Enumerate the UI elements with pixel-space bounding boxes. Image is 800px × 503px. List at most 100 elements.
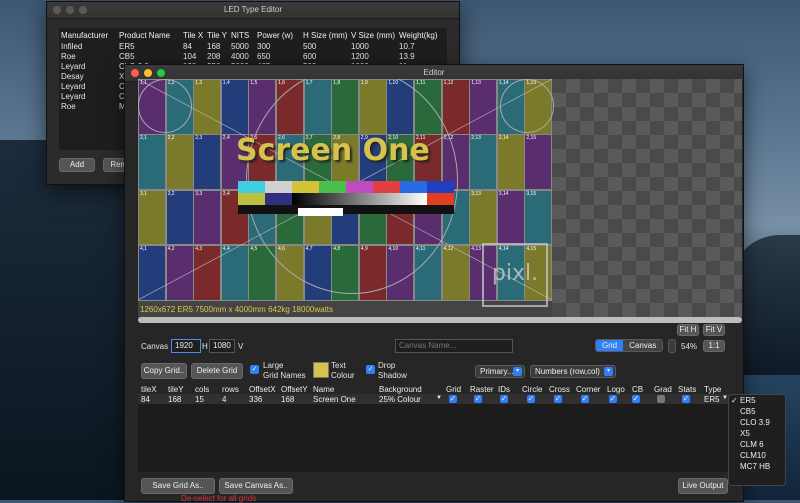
primary-select-value: Primary... <box>480 367 514 376</box>
grid-table-header: tileX tileY cols rows OffsetX OffsetY Name Back… <box>138 384 742 394</box>
text-colour-swatch[interactable] <box>313 362 329 378</box>
grid-checkbox[interactable]: ✓ <box>449 395 457 403</box>
table-cell: Desay <box>61 72 84 81</box>
v-label: V <box>238 342 244 351</box>
raster-checkbox[interactable]: ✓ <box>474 395 482 403</box>
cell-type[interactable]: ER5 <box>704 395 720 404</box>
canvas-name-input[interactable]: Canvas Name... <box>395 339 513 353</box>
table-cell: 500 <box>303 42 317 51</box>
column-header[interactable]: IDs <box>498 385 510 394</box>
column-header[interactable]: Type <box>704 385 721 394</box>
column-header[interactable]: Corner <box>576 385 600 394</box>
table-cell: Roe <box>61 102 76 111</box>
menu-item-label: CB5 <box>740 407 756 416</box>
column-header[interactable]: Circle <box>522 385 542 394</box>
menu-item[interactable]: CB5 <box>729 406 785 417</box>
table-cell: 300 <box>257 42 271 51</box>
h-label: H <box>202 342 208 351</box>
menu-item-label: CLM 6 <box>740 440 764 449</box>
column-header[interactable]: OffsetY <box>281 385 308 394</box>
save-grid-button[interactable]: Save Grid As.. <box>141 478 215 494</box>
corner-checkbox[interactable]: ✓ <box>581 395 589 403</box>
grid-names-label: Grid Names <box>263 371 306 380</box>
table-cell: Leyard <box>61 62 86 71</box>
column-header[interactable]: Grid <box>446 385 461 394</box>
column-header[interactable]: Name <box>313 385 334 394</box>
column-header[interactable]: CB <box>632 385 643 394</box>
table-row[interactable]: Infiled ER5 84 168 5000 300 500 1000 10.7 <box>59 41 447 51</box>
cb-checkbox[interactable]: ✓ <box>632 395 640 403</box>
table-row[interactable]: 84 168 15 4 336 168 Screen One 25% Colou… <box>138 394 742 404</box>
delete-grid-button[interactable]: Delete Grid <box>191 363 243 379</box>
table-cell: 5000 <box>231 42 249 51</box>
large-label: Large <box>263 361 284 370</box>
stats-checkbox[interactable]: ✓ <box>682 395 690 403</box>
table-cell: ER5 <box>119 42 135 51</box>
fit-v-button[interactable]: Fit V <box>703 324 725 336</box>
shadow-label: Shadow <box>378 371 407 380</box>
numbers-select[interactable]: Numbers (row,col) ▾ <box>530 365 616 378</box>
cell-background: 25% Colour <box>379 395 421 404</box>
drop-shadow-checkbox[interactable]: ✓ <box>366 365 375 374</box>
canvas-preview[interactable]: 1,1 1,2 1,3 1,4 1,5 1,6 1,7 1,8 1,9 1,10 1,11 1,12 1… <box>138 79 742 319</box>
column-header[interactable]: Logo <box>607 385 625 394</box>
column-header[interactable]: OffsetX <box>249 385 276 394</box>
column-header: Power (w) <box>257 31 294 40</box>
chevron-down-icon: ▾ <box>513 367 522 376</box>
circle-checkbox[interactable]: ✓ <box>527 395 535 403</box>
menu-item[interactable]: MC7 HB <box>729 461 785 472</box>
column-header[interactable]: Stats <box>678 385 696 394</box>
column-header[interactable]: cols <box>195 385 209 394</box>
menu-item[interactable]: X5 <box>729 428 785 439</box>
menu-item[interactable]: CLO 3.9 <box>729 417 785 428</box>
table-row[interactable]: Roe CB5 104 208 4000 650 600 1200 13.9 <box>59 51 447 61</box>
menu-item[interactable]: ✓ ER5 <box>729 395 785 406</box>
save-canvas-button[interactable]: Save Canvas As.. <box>219 478 293 494</box>
column-header[interactable]: tileX <box>141 385 157 394</box>
cell-cols: 15 <box>195 395 204 404</box>
menu-item[interactable]: CLM 6 <box>729 439 785 450</box>
canvas-width-input[interactable]: 1920 <box>171 339 201 353</box>
ids-checkbox[interactable]: ✓ <box>500 395 508 403</box>
logo-checkbox[interactable]: ✓ <box>609 395 617 403</box>
add-button[interactable]: Add <box>59 158 95 172</box>
canvas-height-input[interactable]: 1080 <box>209 339 235 353</box>
numbers-select-value: Numbers (row,col) <box>535 367 600 376</box>
table-cell: 10.7 <box>399 42 415 51</box>
column-header[interactable]: Background <box>379 385 422 394</box>
screen-title-overlay: Screen One <box>236 133 430 168</box>
grid-canvas-toggle[interactable]: Grid Canvas <box>595 339 664 352</box>
tab-canvas[interactable]: Canvas <box>623 340 663 351</box>
live-output-button[interactable]: Live Output <box>678 478 728 494</box>
column-header: H Size (mm) <box>303 31 348 40</box>
grad-checkbox[interactable] <box>657 395 665 403</box>
led-table-header: Manufacturer Product Name Tile X Tile Y NITS… <box>59 30 447 40</box>
tab-grid[interactable]: Grid <box>596 340 624 351</box>
large-grid-names-checkbox[interactable]: ✓ <box>250 365 259 374</box>
column-header[interactable]: Cross <box>549 385 570 394</box>
menu-item[interactable]: CLM10 <box>729 450 785 461</box>
menu-item-label: CLO 3.9 <box>740 418 770 427</box>
grid-table[interactable]: tileX tileY cols rows OffsetX OffsetY Name Back… <box>138 384 742 472</box>
led-window-titlebar[interactable]: LED Type Editor <box>47 2 459 19</box>
horizontal-scrollbar[interactable] <box>138 317 742 323</box>
led-window-title: LED Type Editor <box>223 5 283 14</box>
copy-grid-button[interactable]: Copy Grid.. <box>141 363 187 379</box>
text-label: Text <box>331 361 346 370</box>
column-header[interactable]: Raster <box>470 385 494 394</box>
column-header: NITS <box>231 31 250 40</box>
fit-h-button[interactable]: Fit H <box>677 324 699 336</box>
cross-checkbox[interactable]: ✓ <box>554 395 562 403</box>
menu-item-label: X5 <box>740 429 750 438</box>
type-popup-menu[interactable]: ✓ ER5 CB5 CLO 3.9 X5 CLM 6 CLM10 MC7 HB <box>728 394 786 486</box>
primary-select[interactable]: Primary... ▾ <box>475 365 525 378</box>
colour-label: Colour <box>331 371 355 380</box>
column-header[interactable]: rows <box>222 385 239 394</box>
cell-name: Screen One <box>313 395 356 404</box>
column-header[interactable]: tileY <box>168 385 184 394</box>
one-to-one-button[interactable]: 1:1 <box>703 340 725 352</box>
background-dropdown-icon[interactable]: ▼ <box>436 395 442 401</box>
column-header[interactable]: Grad <box>654 385 672 394</box>
column-header: Weight(kg) <box>399 31 438 40</box>
zoom-stepper[interactable] <box>668 339 676 353</box>
